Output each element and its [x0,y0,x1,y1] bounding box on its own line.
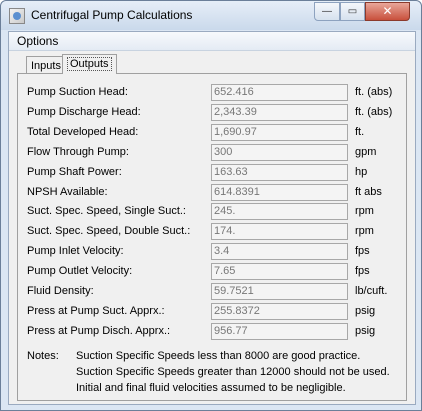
client-area: Options Inputs Outputs Pump Suction Head… [8,31,416,405]
output-value-field[interactable]: 652.416 [211,84,348,101]
app-icon [9,8,25,24]
output-label: Press at Pump Disch. Apprx.: [27,325,171,337]
output-label: Pump Discharge Head: [27,106,141,118]
output-unit: ft. (abs) [355,86,393,98]
output-label: Press at Pump Suct. Apprx.: [27,305,165,317]
output-label: Suct. Spec. Speed, Single Suct.: [27,205,186,217]
output-value-field[interactable]: 7.65 [211,263,348,280]
output-unit: psig [355,305,376,317]
output-unit: lb/cuft. [355,285,388,297]
output-label: NPSH Available: [27,186,108,198]
outputs-panel: Pump Suction Head: 652.416 ft. (abs) Pump D… [17,73,407,401]
output-value-field[interactable]: 614.8391 [211,184,348,201]
window-title: Centrifugal Pump Calculations [31,8,193,22]
output-unit: ft abs [355,186,382,198]
output-label: Flow Through Pump: [27,146,129,158]
tab-inputs[interactable]: Inputs [26,56,64,74]
tab-outputs[interactable]: Outputs [62,54,117,74]
output-label: Suct. Spec. Speed, Double Suct.: [27,225,191,237]
note-line: Suction Specific Speeds less than 8000 a… [76,350,361,362]
output-unit: hp [355,166,368,178]
menu-options[interactable]: Options [17,34,58,48]
output-value-field[interactable]: 2,343.39 [211,104,348,121]
output-label: Fluid Density: [27,285,94,297]
note-line: Initial and final fluid velocities assum… [76,382,346,394]
minimize-button[interactable]: — [314,2,340,21]
output-value-field[interactable]: 300 [211,144,348,161]
output-unit: fps [355,245,370,257]
output-label: Pump Shaft Power: [27,166,122,178]
output-label: Pump Outlet Velocity: [27,265,133,277]
output-unit: psig [355,325,376,337]
output-value-field[interactable]: 1,690.97 [211,124,348,141]
menu-bar: Options [9,32,415,51]
output-value-field[interactable]: 163.63 [211,164,348,181]
note-line: Suction Specific Speeds greater than 120… [76,366,390,378]
output-value-field[interactable]: 59.7521 [211,283,348,300]
output-unit: gpm [355,146,377,158]
notes-label: Notes: [27,350,59,362]
output-value-field[interactable]: 3.4 [211,243,348,260]
output-unit: fps [355,265,370,277]
close-button[interactable]: ✕ [365,2,410,21]
output-unit: ft. (abs) [355,106,393,118]
output-unit: rpm [355,225,374,237]
output-value-field[interactable]: 255.8372 [211,303,348,320]
output-label: Pump Suction Head: [27,86,128,98]
output-value-field[interactable]: 245. [211,203,348,220]
output-label: Total Developed Head: [27,126,139,138]
app-window: Centrifugal Pump Calculations — ▭ ✕ Opti… [0,0,422,411]
tab-inputs-label: Inputs [31,60,61,72]
maximize-button[interactable]: ▭ [340,2,365,21]
output-value-field[interactable]: 174. [211,223,348,240]
tab-outputs-label: Outputs [67,57,112,71]
output-value-field[interactable]: 956.77 [211,323,348,340]
output-label: Pump Inlet Velocity: [27,245,124,257]
output-unit: rpm [355,205,374,217]
output-unit: ft. [355,126,365,138]
title-bar[interactable]: Centrifugal Pump Calculations — ▭ ✕ [1,1,421,30]
